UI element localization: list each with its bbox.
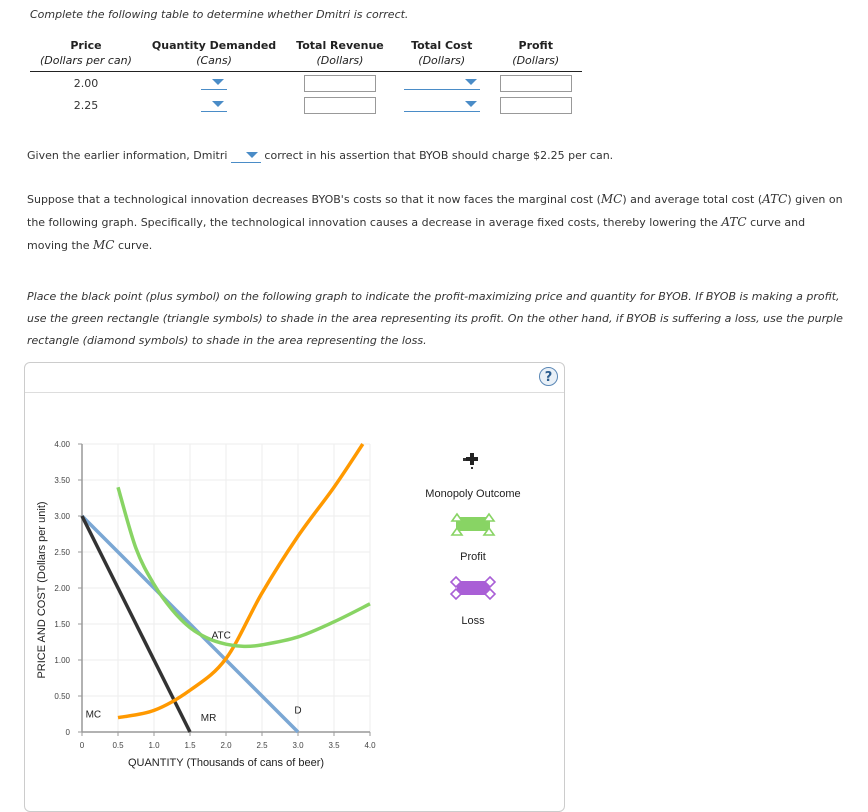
curve-label-d: D [294,705,301,716]
y-tick-label: 3.50 [54,476,70,485]
x-axis-title: QUANTITY (Thousands of cans of beer) [128,757,324,769]
x-tick-label: 2.0 [220,741,232,750]
curve-label-atc: ATC [212,630,231,641]
curve-label-mr: MR [201,713,217,724]
x-tick-label: 1.5 [184,741,196,750]
monopoly-outcome-tool[interactable] [463,453,478,469]
plus-dot [463,458,466,461]
x-tick-label: 3.5 [328,741,340,750]
curve-label-mc: MC [86,710,102,721]
axes: 0 0.5 1.0 1.5 2.0 2.5 3.0 3.5 4.000.501.001.502.… [54,440,376,750]
y-tick-label: 3.00 [54,512,70,521]
graph-canvas[interactable]: 0 0.5 1.0 1.5 2.0 2.5 3.0 3.5 4.000.501.001.502.… [0,0,868,799]
profit-rectangle-tool[interactable] [450,512,496,536]
x-tick-label: 2.5 [256,741,268,750]
y-tick-label: 0.50 [54,692,70,701]
x-tick-label: 0 [80,741,85,750]
plus-dot [471,467,473,469]
x-tick-label: 1.0 [148,741,160,750]
loss-label: Loss [461,615,485,627]
y-tick-label: 1.50 [54,620,70,629]
plus-icon [466,453,478,465]
y-tick-label: 4.00 [54,440,70,449]
y-tick-label: 2.00 [54,584,70,593]
y-tick-label: 1.00 [54,656,70,665]
profit-label: Profit [460,551,486,563]
x-tick-label: 0.5 [112,741,124,750]
y-tick-label: 2.50 [54,548,70,557]
x-tick-label: 4.0 [364,741,376,750]
curve-atc [116,486,371,649]
x-tick-label: 3.0 [292,741,304,750]
loss-rectangle-tool[interactable] [449,575,497,601]
monopoly-outcome-label: Monopoly Outcome [425,488,520,500]
y-axis-title: PRICE AND COST (Dollars per unit) [36,501,48,678]
y-tick-label: 0 [66,728,71,737]
grid [82,443,371,732]
